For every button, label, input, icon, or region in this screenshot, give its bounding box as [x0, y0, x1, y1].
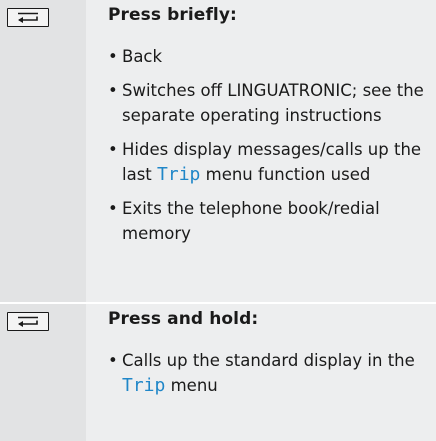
back-arrow-icon	[18, 12, 38, 23]
section-heading: Press briefly:	[108, 5, 237, 25]
button-function-table: Press briefly: Back Switches off LINGUAT…	[0, 0, 436, 441]
key-cell	[0, 304, 86, 441]
table-row-press-and-hold: Press and hold: Calls up the standard di…	[0, 304, 436, 441]
function-list: Back Switches off LINGUATRONIC; see the …	[108, 44, 428, 255]
list-item: Exits the telephone book/redial memory	[108, 196, 428, 246]
list-item: Hides display messages/calls up the last…	[108, 137, 428, 187]
description-cell: Press briefly: Back Switches off LINGUAT…	[86, 0, 436, 302]
back-key-button	[7, 312, 49, 331]
back-arrow-icon	[18, 316, 38, 327]
description-cell: Press and hold: Calls up the standard di…	[86, 304, 436, 441]
back-key-button	[7, 8, 49, 27]
table-row-press-briefly: Press briefly: Back Switches off LINGUAT…	[0, 0, 436, 302]
list-item: Calls up the standard display in the Tri…	[108, 348, 428, 398]
trip-menu-term: Trip	[157, 164, 201, 185]
list-item: Switches off LINGUATRONIC; see the separ…	[108, 78, 428, 128]
key-cell	[0, 0, 86, 302]
trip-menu-term: Trip	[122, 375, 166, 396]
list-item: Back	[108, 44, 428, 69]
function-list: Calls up the standard display in the Tri…	[108, 348, 428, 407]
section-heading: Press and hold:	[108, 309, 259, 329]
